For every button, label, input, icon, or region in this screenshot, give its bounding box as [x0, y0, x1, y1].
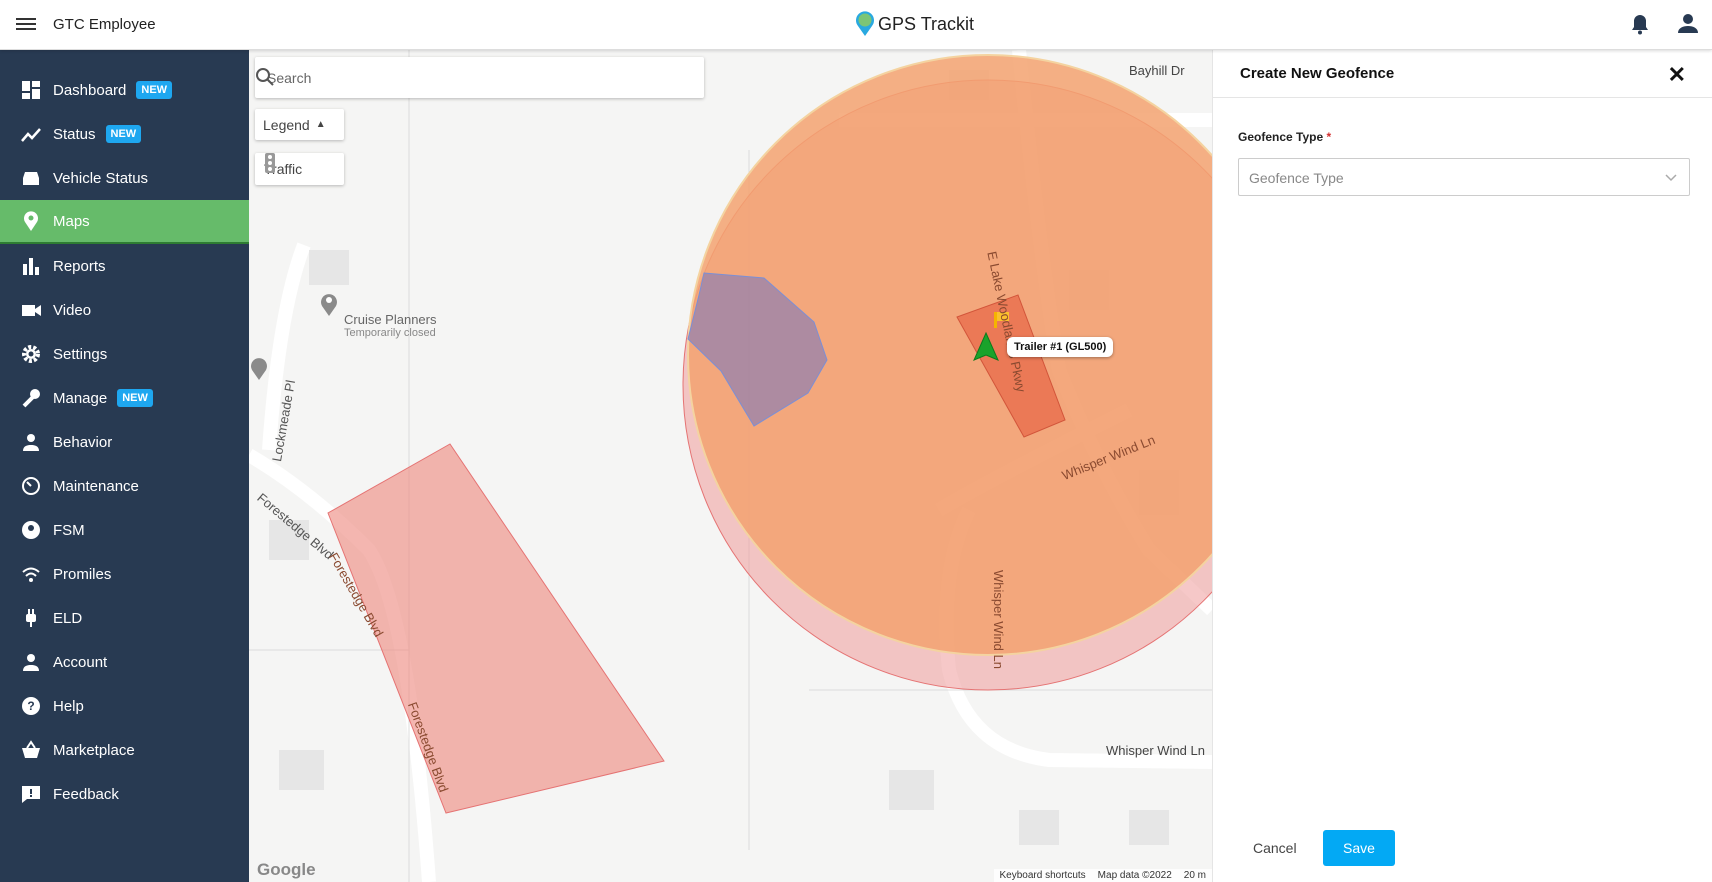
geofence-type-label: Geofence Type *: [1238, 130, 1331, 144]
cancel-button[interactable]: Cancel: [1253, 840, 1297, 856]
sidebar-item-label: Help: [53, 697, 84, 715]
panel-title: Create New Geofence: [1240, 65, 1395, 82]
select-placeholder: Geofence Type: [1249, 170, 1344, 186]
wrench-icon: [20, 387, 42, 409]
poi-name[interactable]: Cruise Planners: [344, 312, 437, 327]
create-geofence-panel: Create New Geofence ✕ Geofence Type * Ge…: [1212, 50, 1712, 882]
app-logo: GPS Trackit: [855, 11, 974, 37]
map-search-input[interactable]: Search: [255, 57, 704, 98]
globe-pin-icon: [856, 11, 874, 37]
divider: [1213, 97, 1712, 98]
plug-icon: [20, 607, 42, 629]
bell-icon[interactable]: [1630, 13, 1650, 35]
search-icon[interactable]: [255, 67, 275, 87]
google-logo: Google: [257, 860, 316, 879]
legend-label: Legend: [263, 116, 310, 133]
hamburger-menu-icon[interactable]: [16, 15, 36, 33]
sidebar-item-maintenance[interactable]: Maintenance: [0, 464, 249, 508]
sidebar-item-label: Promiles: [53, 565, 112, 583]
close-icon[interactable]: ✕: [1668, 62, 1686, 88]
map-footer: Keyboard shortcuts Map data ©2022 20 m: [993, 869, 1212, 882]
caret-up-icon: ▲: [315, 119, 326, 130]
sidebar-item-account[interactable]: Account: [0, 640, 249, 684]
top-header: GTC Employee GPS Trackit: [0, 0, 1712, 50]
sidebar-item-label: ELD: [53, 609, 83, 627]
person-icon: [20, 651, 42, 673]
field-label-text: Geofence Type: [1238, 130, 1324, 144]
sidebar-item-maps[interactable]: Maps: [0, 200, 249, 244]
map-scale[interactable]: 20 m: [1184, 870, 1206, 881]
sidebar-item-reports[interactable]: Reports: [0, 244, 249, 288]
dashboard-icon: [20, 79, 42, 101]
sidebar-item-label: Maps: [53, 212, 90, 230]
sidebar-item-label: Vehicle Status: [53, 169, 149, 187]
user-icon[interactable]: [1678, 13, 1698, 35]
sidebar-item-label: Maintenance: [53, 477, 139, 495]
sidebar-item-marketplace[interactable]: Marketplace: [0, 728, 249, 772]
map-pin-icon: [20, 210, 42, 232]
sidebar-item-label: Marketplace: [53, 741, 135, 759]
gear-icon: [20, 343, 42, 365]
sidebar-item-label: Video: [53, 301, 92, 319]
chevron-down-icon: [1665, 174, 1677, 182]
svg-text:?: ?: [27, 699, 34, 713]
sidebar-item-label: Settings: [53, 345, 108, 363]
traffic-light-icon: [265, 153, 275, 173]
new-badge: NEW: [117, 389, 153, 407]
sidebar-item-video[interactable]: Video: [0, 288, 249, 332]
sidebar-item-label: Reports: [53, 257, 106, 275]
sidebar-item-status[interactable]: Status NEW: [0, 112, 249, 156]
sidebar-item-label: Behavior: [53, 433, 113, 451]
map-data-label: Map data ©2022: [1097, 870, 1172, 881]
geofence-type-select[interactable]: Geofence Type: [1238, 158, 1690, 196]
sidebar-item-manage[interactable]: Manage NEW: [0, 376, 249, 420]
sidebar-item-fsm[interactable]: FSM: [0, 508, 249, 552]
basket-icon: [20, 739, 42, 761]
logo-text: GPS Trackit: [878, 13, 975, 34]
save-button[interactable]: Save: [1323, 830, 1395, 866]
sidebar-item-label: Status: [53, 125, 96, 143]
help-icon: ?: [20, 695, 42, 717]
maintenance-icon: [20, 475, 42, 497]
poi-status: Temporarily closed: [344, 327, 436, 339]
video-icon: [20, 299, 42, 321]
sidebar-item-label: FSM: [53, 521, 85, 539]
street-label: Whisper Wind Ln: [1106, 743, 1205, 758]
street-label: Bayhill Dr: [1129, 63, 1185, 78]
required-marker: *: [1326, 130, 1332, 144]
sidebar: Dashboard NEW Status NEW Vehicle Status Maps R…: [0, 50, 249, 882]
signal-icon: [20, 563, 42, 585]
sidebar-item-label: Account: [53, 653, 108, 671]
person-icon: [20, 431, 42, 453]
car-icon: [20, 167, 42, 189]
poi-pin-icon[interactable]: [321, 294, 337, 316]
vehicle-label[interactable]: Trailer #1 (GL500): [1007, 337, 1114, 357]
poi-pin-icon: [251, 358, 267, 380]
traffic-button[interactable]: Traffic: [255, 153, 344, 185]
map[interactable]: Cruise Planners Temporarily closed Bayhi…: [249, 50, 1212, 882]
organization-name: GTC Employee: [53, 16, 156, 33]
sidebar-item-label: Dashboard: [53, 81, 127, 99]
sidebar-item-label: Feedback: [53, 785, 119, 803]
sidebar-item-help[interactable]: ? Help: [0, 684, 249, 728]
sidebar-item-eld[interactable]: ELD: [0, 596, 249, 640]
sidebar-item-vehicle-status[interactable]: Vehicle Status: [0, 156, 249, 200]
new-badge: NEW: [105, 125, 142, 143]
sidebar-item-feedback[interactable]: Feedback: [0, 772, 249, 816]
sidebar-item-settings[interactable]: Settings: [0, 332, 249, 376]
account-circle-icon: [20, 519, 42, 541]
feedback-icon: [20, 783, 42, 805]
status-icon: [20, 123, 42, 145]
new-badge: NEW: [136, 81, 173, 99]
sidebar-item-label: Manage: [53, 389, 108, 407]
sidebar-item-promiles[interactable]: Promiles: [0, 552, 249, 596]
legend-button[interactable]: Legend ▲: [255, 109, 344, 140]
sidebar-item-dashboard[interactable]: Dashboard NEW: [0, 68, 249, 112]
bar-chart-icon: [20, 255, 42, 277]
keyboard-shortcuts-link[interactable]: Keyboard shortcuts: [1000, 870, 1086, 881]
sidebar-item-behavior[interactable]: Behavior: [0, 420, 249, 464]
street-label: Whisper Wind Ln: [991, 570, 1006, 669]
